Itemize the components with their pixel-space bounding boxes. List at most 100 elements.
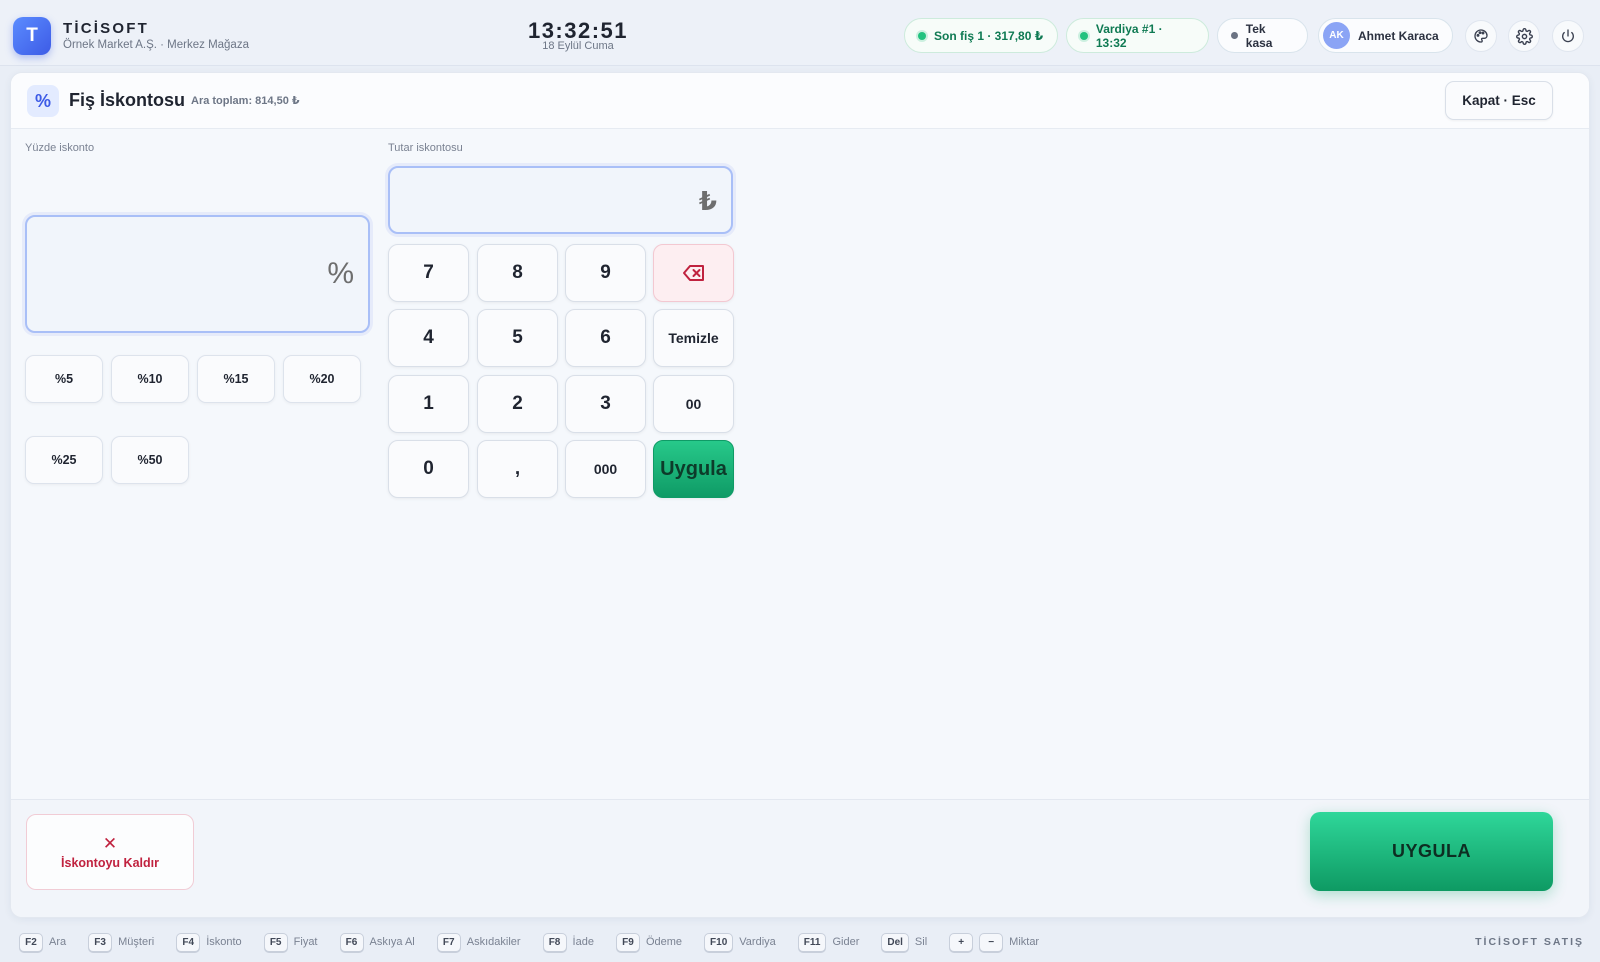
company-name: Örnek Market A.Ş. · Merkez Mağaza xyxy=(63,39,249,51)
settings-button[interactable] xyxy=(1508,20,1540,52)
shortcut-label: İskonto xyxy=(206,936,242,948)
shortcut-label: Ara xyxy=(49,936,67,948)
shortcut-item[interactable]: F2 Ara xyxy=(19,932,67,952)
shortcut-label: Gider xyxy=(832,936,860,948)
key-7[interactable]: 7 xyxy=(388,244,469,302)
shortcut-item[interactable]: F7 Askıdakiler xyxy=(436,932,521,952)
key-9[interactable]: 9 xyxy=(565,244,646,302)
dialog-header: % Fiş İskontosu Ara toplam: 814,50 ₺ Kap… xyxy=(11,73,1589,129)
percent-label: Yüzde iskonto xyxy=(25,142,95,154)
shortcut-label: Ödeme xyxy=(645,936,683,948)
last-receipt-pill[interactable]: Son fiş 1 · 317,80 ₺ xyxy=(904,18,1058,53)
key-0[interactable]: 0 xyxy=(388,440,469,498)
key-5[interactable]: 5 xyxy=(477,309,558,367)
close-button[interactable]: Kapat · Esc xyxy=(1445,81,1553,120)
status-dot-icon xyxy=(1080,31,1088,40)
keypad-apply-button[interactable]: Uygula xyxy=(653,440,734,498)
status-dot-icon xyxy=(1231,32,1238,39)
shortcut-item[interactable]: Del Sil xyxy=(881,932,928,952)
shortcut-label: İade xyxy=(572,936,594,948)
key-6[interactable]: 6 xyxy=(565,309,646,367)
lira-unit: ₺ xyxy=(698,186,717,216)
brand-name: TİCİSOFT xyxy=(63,20,149,37)
shortcut-item[interactable]: F6 Askıya Al xyxy=(339,932,415,952)
dialog-footer: ✕ İskontoyu Kaldır UYGULA xyxy=(11,799,1589,917)
shortcut-label: Askıya Al xyxy=(369,936,415,948)
close-icon: ✕ xyxy=(102,833,118,853)
shortcut-label: Vardiya xyxy=(739,936,776,948)
shortcut-label: Sil xyxy=(914,936,928,948)
subtotal-text: Ara toplam: 814,50 ₺ xyxy=(191,95,300,107)
minus-key: − xyxy=(979,932,1004,952)
top-bar: T TİCİSOFT Örnek Market A.Ş. · Merkez Ma… xyxy=(0,0,1600,66)
key-8[interactable]: 8 xyxy=(477,244,558,302)
preset-50-button[interactable]: %50 xyxy=(111,436,189,484)
key-comma[interactable]: , xyxy=(477,440,558,498)
shortcut-label: Miktar xyxy=(1009,936,1040,948)
shortcut-item[interactable]: F4 İskonto xyxy=(176,932,242,952)
plus-key: + xyxy=(949,932,974,952)
power-icon xyxy=(1562,29,1574,43)
backspace-icon xyxy=(682,265,704,281)
shortcut-key: F3 xyxy=(88,932,113,952)
app-logo: T xyxy=(13,17,51,55)
shortcut-key: F7 xyxy=(436,932,461,952)
dialog-title: Fiş İskontosu xyxy=(69,90,186,110)
key-00[interactable]: 00 xyxy=(653,375,734,433)
shortcut-item[interactable]: F10 Vardiya xyxy=(704,932,776,952)
clear-button[interactable]: Temizle xyxy=(653,309,734,367)
preset-20-button[interactable]: %20 xyxy=(283,355,361,403)
shift-pill[interactable]: Vardiya #1 · 13:32 xyxy=(1066,18,1209,53)
gear-icon xyxy=(1515,27,1533,45)
key-000[interactable]: 000 xyxy=(565,440,646,498)
backspace-button[interactable] xyxy=(653,244,734,302)
percent-unit: % xyxy=(327,257,354,290)
amount-label: Tutar iskontosu xyxy=(388,142,463,154)
preset-10-button[interactable]: %10 xyxy=(111,355,189,403)
key-4[interactable]: 4 xyxy=(388,309,469,367)
date: 18 Eylül Cuma xyxy=(542,40,614,52)
quantity-shortcut[interactable]: + − Miktar xyxy=(949,932,1040,952)
shortcut-label: Askıdakiler xyxy=(466,936,521,948)
key-1[interactable]: 1 xyxy=(388,375,469,433)
footer-brand: TİCİSOFT SATIŞ xyxy=(1475,936,1584,948)
shortcut-label: Fiyat xyxy=(293,936,318,948)
register-text: Tek kasa xyxy=(1245,21,1273,50)
remove-discount-label: İskontoyu Kaldır xyxy=(61,855,159,870)
preset-25-button[interactable]: %25 xyxy=(25,436,103,484)
preset-5-button[interactable]: %5 xyxy=(25,355,103,403)
avatar: AK xyxy=(1323,22,1350,49)
discount-dialog: % Fiş İskontosu Ara toplam: 814,50 ₺ Kap… xyxy=(10,72,1590,918)
shortcut-key: Del xyxy=(881,932,909,952)
user-name: Ahmet Karaca xyxy=(1358,28,1439,43)
user-pill[interactable]: AK Ahmet Karaca xyxy=(1318,18,1453,53)
amount-input[interactable]: ₺ xyxy=(388,166,733,234)
shortcut-label: Müşteri xyxy=(118,936,155,948)
status-dot-icon xyxy=(918,31,926,40)
last-receipt-text: Son fiş 1 · 317,80 ₺ xyxy=(934,28,1044,43)
percent-icon: % xyxy=(27,85,59,117)
shortcut-item[interactable]: F8 İade xyxy=(542,932,594,952)
key-2[interactable]: 2 xyxy=(477,375,558,433)
apply-button[interactable]: UYGULA xyxy=(1310,812,1553,891)
shortcut-key: F2 xyxy=(19,932,43,952)
shortcut-bar: F2 Ara F3 Müşteri F4 İskonto F5 Fiyat F6 Askı… xyxy=(0,922,1600,962)
preset-15-button[interactable]: %15 xyxy=(197,355,275,403)
shortcut-item[interactable]: F11 Gider xyxy=(797,932,860,952)
shortcut-key: F5 xyxy=(263,932,288,952)
shortcut-key: F9 xyxy=(615,932,640,952)
percent-input[interactable]: % xyxy=(25,215,370,333)
shortcut-item[interactable]: F9 Ödeme xyxy=(615,932,683,952)
palette-icon xyxy=(1474,29,1488,43)
logout-button[interactable] xyxy=(1552,20,1584,52)
register-pill[interactable]: Tek kasa xyxy=(1217,18,1308,53)
shortcut-key: F8 xyxy=(542,932,567,952)
remove-discount-button[interactable]: ✕ İskontoyu Kaldır xyxy=(26,814,194,890)
key-3[interactable]: 3 xyxy=(565,375,646,433)
theme-button[interactable] xyxy=(1465,20,1497,52)
shortcut-key: F6 xyxy=(339,932,364,952)
shortcut-item[interactable]: F3 Müşteri xyxy=(88,932,155,952)
shortcut-item[interactable]: F5 Fiyat xyxy=(263,932,318,952)
shortcut-key: F4 xyxy=(176,932,201,952)
shortcut-key: F11 xyxy=(797,932,827,952)
